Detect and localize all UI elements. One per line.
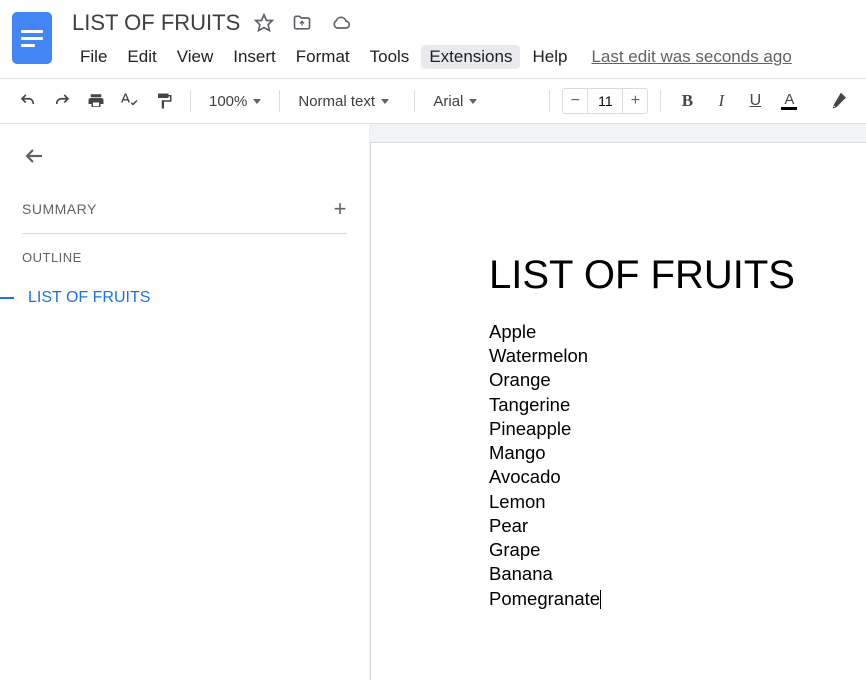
text-color-button[interactable]: A <box>775 87 803 115</box>
menu-format[interactable]: Format <box>288 45 358 69</box>
toolbar-separator <box>660 90 661 112</box>
document-line[interactable]: Grape <box>489 538 866 562</box>
star-icon[interactable] <box>254 13 274 33</box>
toolbar-separator <box>549 90 550 112</box>
outline-active-marker <box>0 297 14 299</box>
chevron-down-icon <box>253 99 261 104</box>
paint-format-icon[interactable] <box>150 87 178 115</box>
main: SUMMARY + OUTLINE LIST OF FRUITS LIST OF… <box>0 124 866 680</box>
menu-file[interactable]: File <box>72 45 115 69</box>
outline-item-label: LIST OF FRUITS <box>28 289 150 307</box>
print-icon[interactable] <box>82 87 110 115</box>
toolbar-separator <box>414 90 415 112</box>
document-line[interactable]: Avocado <box>489 465 866 489</box>
font-family-value: Arial <box>433 93 463 110</box>
font-size-stepper: − + <box>562 88 648 114</box>
document-line[interactable]: Apple <box>489 320 866 344</box>
toolbar: 100% Normal text Arial − + B I U A <box>0 78 866 124</box>
text-color-label: A <box>784 93 794 106</box>
document-line[interactable]: Tangerine <box>489 393 866 417</box>
toolbar-separator <box>279 90 280 112</box>
document-line[interactable]: Watermelon <box>489 344 866 368</box>
document-line[interactable]: Pear <box>489 514 866 538</box>
menu-tools[interactable]: Tools <box>362 45 418 69</box>
add-summary-button[interactable]: + <box>334 202 347 216</box>
menu-help[interactable]: Help <box>524 45 575 69</box>
outline-sidebar: SUMMARY + OUTLINE LIST OF FRUITS <box>0 124 370 680</box>
document-page[interactable]: LIST OF FRUITS AppleWatermelonOrangeTang… <box>370 142 866 680</box>
move-to-folder-icon[interactable] <box>292 13 312 33</box>
summary-label: SUMMARY <box>22 201 97 217</box>
last-edit-link[interactable]: Last edit was seconds ago <box>591 47 791 67</box>
outline-label: OUTLINE <box>22 250 347 265</box>
menu-bar: File Edit View Insert Format Tools Exten… <box>72 44 854 70</box>
decrease-font-size-button[interactable]: − <box>563 89 587 113</box>
document-body[interactable]: AppleWatermelonOrangeTangerinePineappleM… <box>489 320 866 611</box>
document-line[interactable]: Orange <box>489 368 866 392</box>
increase-font-size-button[interactable]: + <box>623 89 647 113</box>
outline-item[interactable]: LIST OF FRUITS <box>0 289 347 307</box>
header: LIST OF FRUITS File Edit View Insert For… <box>0 0 866 70</box>
paragraph-style-dropdown[interactable]: Normal text <box>292 87 402 115</box>
italic-button[interactable]: I <box>707 87 735 115</box>
toolbar-separator <box>190 90 191 112</box>
menu-insert[interactable]: Insert <box>225 45 284 69</box>
menu-edit[interactable]: Edit <box>119 45 164 69</box>
bold-button[interactable]: B <box>673 87 701 115</box>
zoom-value: 100% <box>209 93 247 110</box>
cloud-status-icon[interactable] <box>330 13 352 33</box>
close-outline-icon[interactable] <box>22 144 46 171</box>
document-title[interactable]: LIST OF FRUITS <box>72 10 240 36</box>
menu-view[interactable]: View <box>169 45 222 69</box>
document-line[interactable]: Mango <box>489 441 866 465</box>
sidebar-divider <box>22 233 347 234</box>
font-family-dropdown[interactable]: Arial <box>427 87 537 115</box>
document-line[interactable]: Pineapple <box>489 417 866 441</box>
redo-icon[interactable] <box>48 87 76 115</box>
spellcheck-icon[interactable] <box>116 87 144 115</box>
docs-logo-icon[interactable] <box>12 12 52 64</box>
document-line[interactable]: Lemon <box>489 490 866 514</box>
document-heading[interactable]: LIST OF FRUITS <box>489 253 866 298</box>
document-line[interactable]: Pomegranate <box>489 587 866 611</box>
undo-icon[interactable] <box>14 87 42 115</box>
text-cursor <box>600 590 601 609</box>
document-line[interactable]: Banana <box>489 562 866 586</box>
text-color-swatch <box>781 107 797 110</box>
chevron-down-icon <box>469 99 477 104</box>
highlight-color-button[interactable] <box>824 87 852 115</box>
canvas-area[interactable]: LIST OF FRUITS AppleWatermelonOrangeTang… <box>370 124 866 680</box>
paragraph-style-value: Normal text <box>298 93 375 110</box>
zoom-dropdown[interactable]: 100% <box>203 87 267 115</box>
chevron-down-icon <box>381 99 389 104</box>
underline-button[interactable]: U <box>741 87 769 115</box>
font-size-input[interactable] <box>587 89 623 113</box>
menu-extensions[interactable]: Extensions <box>421 45 520 69</box>
